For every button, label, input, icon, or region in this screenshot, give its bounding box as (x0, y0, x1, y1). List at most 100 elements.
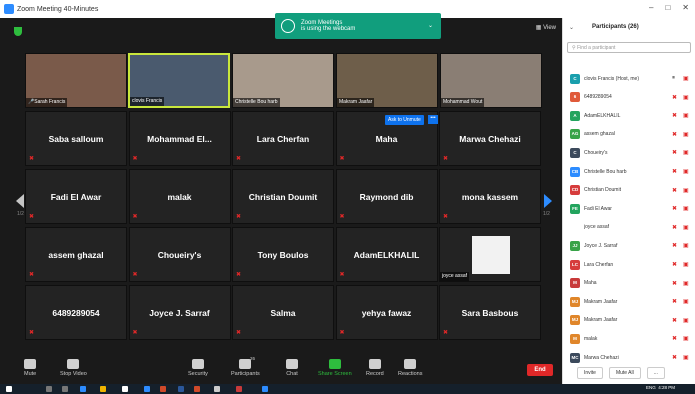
participant-tile[interactable]: Salma ✖ (232, 285, 334, 340)
chevron-down-icon[interactable]: ⌄ (428, 22, 433, 29)
video-tile[interactable]: Mohammad Wout (440, 53, 542, 108)
video-off-icon[interactable]: ▣ (683, 149, 692, 156)
video-off-icon[interactable]: ▣ (683, 131, 692, 138)
muted-mic-icon[interactable]: ✖ (672, 242, 679, 249)
participant-row[interactable]: MJ Makram Jaafar ✖ ▣ (563, 312, 695, 329)
participant-tile[interactable]: Christian Doumit ✖ (232, 169, 334, 224)
word-icon[interactable] (178, 386, 184, 392)
close-button[interactable]: ✕ (682, 3, 689, 12)
video-off-icon[interactable]: ▣ (683, 187, 692, 194)
app-icon[interactable] (214, 386, 220, 392)
panel-more-button[interactable]: ... (646, 367, 665, 379)
participant-tile[interactable]: mona kassem ✖ (439, 169, 541, 224)
app-icon[interactable] (236, 386, 242, 392)
participant-row[interactable]: C Choueiry's ✖ ▣ (563, 144, 695, 161)
record-button[interactable]: Record (366, 359, 384, 377)
video-off-icon[interactable]: ▣ (683, 224, 692, 231)
participant-row[interactable]: JJ Joyce J. Sarraf ✖ ▣ (563, 237, 695, 254)
chevron-down-icon[interactable]: ⌄ (569, 24, 574, 31)
end-meeting-button[interactable]: End (527, 364, 553, 376)
microphone-icon[interactable]: ⏸ (672, 75, 679, 82)
video-off-icon[interactable]: ▣ (683, 261, 692, 268)
app-icon[interactable] (144, 386, 150, 392)
participants-button[interactable]: Participants (231, 359, 260, 377)
video-off-icon[interactable]: ▣ (683, 112, 692, 119)
participant-tile[interactable]: Marwa Chehazi ✖ (439, 111, 541, 166)
participant-row[interactable]: AG assem ghazal ✖ ▣ (563, 126, 695, 143)
video-off-icon[interactable]: ▣ (683, 335, 692, 342)
muted-mic-icon[interactable]: ✖ (672, 131, 679, 138)
participant-tile[interactable]: AdamELKHALIL ✖ (335, 227, 438, 282)
video-off-icon[interactable]: ▣ (683, 242, 692, 249)
participant-row[interactable]: CB Christelle Bou harb ✖ ▣ (563, 163, 695, 180)
participant-tile[interactable]: Raymond dib ✖ (335, 169, 438, 224)
powerpoint-icon[interactable] (194, 386, 200, 392)
stop-video-button[interactable]: Stop Video (60, 359, 87, 377)
video-off-icon[interactable]: ▣ (683, 317, 692, 324)
video-off-icon[interactable]: ▣ (683, 354, 692, 361)
participant-tile[interactable]: 6489289054 ✖ (25, 285, 127, 340)
invite-button[interactable]: Invite (577, 367, 603, 379)
muted-mic-icon[interactable]: ✖ (672, 354, 679, 361)
participant-row[interactable]: M Maha ✖ ▣ (563, 275, 695, 292)
participant-row[interactable]: FE Fadi El Awar ✖ ▣ (563, 200, 695, 217)
webcam-notification[interactable]: Zoom Meetings is using the webcam ⌄ (275, 13, 441, 39)
store-icon[interactable] (122, 386, 128, 392)
video-tile-active-speaker[interactable]: clovis Francis (128, 53, 230, 108)
ask-to-unmute-button[interactable]: Ask to Unmute (385, 115, 424, 125)
video-tile[interactable]: Makram Jaafar (336, 53, 438, 108)
participant-tile[interactable]: joyce assaf (439, 227, 541, 282)
participant-row[interactable]: LC Lara Cherfan ✖ ▣ (563, 256, 695, 273)
muted-mic-icon[interactable]: ✖ (672, 261, 679, 268)
participant-row[interactable]: Cclovis Francis (Host, me) ⏸ ▣ (563, 70, 695, 87)
tile-more-button[interactable]: ••• (428, 115, 438, 124)
video-off-icon[interactable]: ▣ (683, 280, 692, 287)
muted-mic-icon[interactable]: ✖ (672, 187, 679, 194)
video-off-icon[interactable]: ▣ (683, 94, 692, 101)
maximize-button[interactable]: □ (665, 3, 670, 12)
video-off-icon[interactable]: ▣ (683, 205, 692, 212)
muted-mic-icon[interactable]: ✖ (672, 335, 679, 342)
start-icon[interactable] (6, 386, 12, 392)
video-off-icon[interactable]: ▣ (683, 298, 692, 305)
chat-button[interactable]: Chat (286, 359, 298, 377)
participant-row[interactable]: 6 6489289054 ✖ ▣ (563, 89, 695, 106)
view-button[interactable]: ▦ View (536, 24, 556, 31)
previous-page-arrow-icon[interactable] (16, 194, 24, 208)
participant-tile[interactable]: Sara Basbous ✖ (439, 285, 541, 340)
search-icon[interactable] (46, 386, 52, 392)
participant-row[interactable]: Mmalak ✖ ▣ (563, 330, 695, 347)
muted-mic-icon[interactable]: ✖ (672, 94, 679, 101)
video-off-icon[interactable]: ▣ (683, 75, 692, 82)
zoom-taskbar-icon[interactable] (262, 386, 268, 392)
muted-mic-icon[interactable]: ✖ (672, 168, 679, 175)
muted-mic-icon[interactable]: ✖ (672, 112, 679, 119)
security-button[interactable]: Security (188, 359, 208, 377)
file-explorer-icon[interactable] (100, 386, 106, 392)
participant-tile[interactable]: Tony Boulos ✖ (232, 227, 334, 282)
next-page-arrow-icon[interactable] (544, 194, 552, 208)
participant-tile[interactable]: Fadi El Awar ✖ (25, 169, 127, 224)
encryption-shield-icon[interactable] (14, 27, 22, 36)
participant-row[interactable]: A AdamELKHALIL ✖ ▣ (563, 107, 695, 124)
participant-tile[interactable]: Saba salloum ✖ (25, 111, 127, 166)
participant-tile[interactable]: malak ✖ (128, 169, 231, 224)
participant-tile[interactable]: yehya fawaz ✖ (335, 285, 438, 340)
video-tile[interactable]: Christelle Bou harb (232, 53, 334, 108)
muted-mic-icon[interactable]: ✖ (672, 149, 679, 156)
minimize-button[interactable]: – (649, 3, 653, 12)
video-tile[interactable]: 🎤Sarah Francis (25, 53, 127, 108)
muted-mic-icon[interactable]: ✖ (672, 298, 679, 305)
muted-mic-icon[interactable]: ✖ (672, 280, 679, 287)
participant-row[interactable]: MJ Makram Jaafar ✖ ▣ (563, 293, 695, 310)
task-view-icon[interactable] (62, 386, 68, 392)
participant-tile[interactable]: Choueiry's ✖ (128, 227, 231, 282)
participant-tile[interactable]: Joyce J. Sarraf ✖ (128, 285, 231, 340)
muted-mic-icon[interactable]: ✖ (672, 205, 679, 212)
muted-mic-icon[interactable]: ✖ (672, 224, 679, 231)
video-off-icon[interactable]: ▣ (683, 168, 692, 175)
participant-tile[interactable]: Mohammad El... ✖ (128, 111, 231, 166)
participant-row[interactable]: joyce assaf ✖ ▣ (563, 219, 695, 236)
app-icon[interactable] (160, 386, 166, 392)
participant-tile[interactable]: Lara Cherfan ✖ (232, 111, 334, 166)
